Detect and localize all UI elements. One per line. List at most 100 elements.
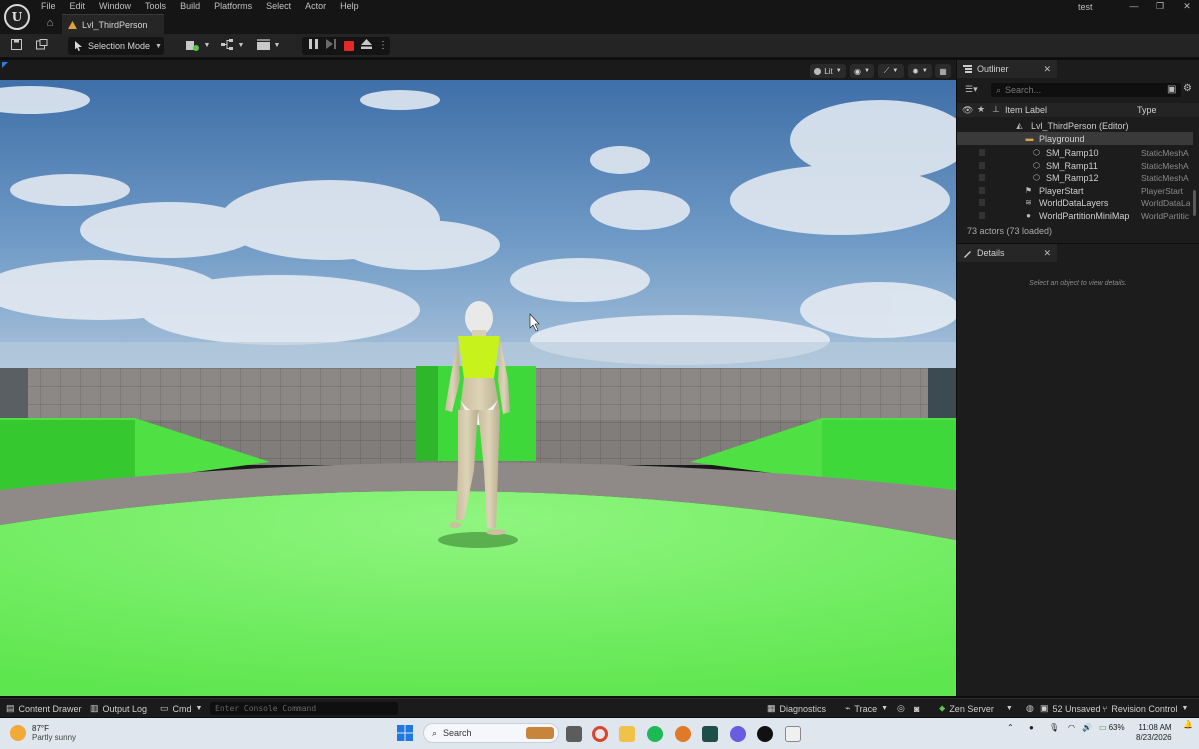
trace-button[interactable]: ⌁ Trace ▼: [845, 702, 888, 715]
close-icon[interactable]: ✕: [1043, 64, 1051, 75]
filter-icon[interactable]: ☰▾: [965, 84, 978, 95]
blueprint-icon[interactable]: [220, 39, 234, 53]
weather-widget[interactable]: 87°F Partly sunny: [10, 724, 76, 742]
selection-mode-button[interactable]: Selection Mode ▼: [68, 37, 164, 55]
close-icon[interactable]: ✕: [1043, 248, 1051, 259]
list-item[interactable]: ● WorldPartitionMiniMap WorldPartitic: [957, 209, 1193, 222]
menu-tools[interactable]: Tools: [138, 0, 173, 13]
file-explorer-icon[interactable]: [619, 726, 635, 742]
step-icon[interactable]: [324, 39, 338, 53]
battery-indicator[interactable]: ▭ 63%: [1099, 723, 1125, 732]
chevron-down-icon[interactable]: ▼: [200, 39, 214, 53]
list-item[interactable]: ▬ Playground: [957, 132, 1193, 145]
details-tab[interactable]: Details ✕: [957, 244, 1057, 262]
eject-icon[interactable]: [359, 39, 373, 53]
search-icon: ⌕: [996, 84, 1002, 95]
unsaved-icon: ▣: [1040, 703, 1049, 713]
cmd-dropdown[interactable]: ▭ Cmd ▼: [160, 702, 202, 715]
cinematics-icon[interactable]: [256, 39, 270, 53]
home-icon[interactable]: ⌂: [43, 16, 57, 30]
unreal-engine-icon[interactable]: [757, 726, 773, 742]
add-folder-icon[interactable]: ▣: [1167, 84, 1176, 95]
menu-help[interactable]: Help: [333, 0, 366, 13]
menu-build[interactable]: Build: [173, 0, 207, 13]
outliner-search-input[interactable]: ⌕ Search... ▼: [991, 83, 1181, 97]
menu-actor[interactable]: Actor: [298, 0, 333, 13]
unreal-logo-icon[interactable]: U: [4, 4, 30, 30]
menu-select[interactable]: Select: [259, 0, 298, 13]
menu-window[interactable]: Window: [92, 0, 138, 13]
list-item[interactable]: ⬡ SM_Ramp12 StaticMeshA: [957, 171, 1193, 184]
visibility-toggle[interactable]: [979, 199, 985, 206]
pause-icon[interactable]: [306, 39, 320, 53]
play-controls: ⋮: [302, 37, 390, 55]
chrome-icon[interactable]: [592, 726, 608, 742]
terminal-app-icon[interactable]: [702, 726, 718, 742]
blender-icon[interactable]: [675, 726, 691, 742]
screenshot-icon[interactable]: ◙: [914, 702, 919, 715]
outliner-tab-label: Outliner: [977, 64, 1009, 74]
tray-chevron-icon[interactable]: ⌃: [1007, 723, 1014, 732]
outliner-tab[interactable]: Outliner ✕: [957, 60, 1057, 78]
task-view-icon[interactable]: [566, 726, 582, 742]
view-mode-button[interactable]: Lit ▼: [810, 64, 846, 78]
visibility-toggle[interactable]: [979, 212, 985, 219]
console-input[interactable]: Enter Console Command: [210, 702, 398, 715]
show-flags-button[interactable]: ◉ ▼: [850, 64, 874, 78]
outliner-scrollbar[interactable]: [1193, 190, 1196, 216]
restore-icon[interactable]: ❐: [1150, 0, 1170, 13]
diagnostics-button[interactable]: ▦ Diagnostics: [767, 702, 826, 715]
list-item[interactable]: ◭ Lvl_ThirdPerson (Editor): [957, 119, 1193, 132]
discord-icon[interactable]: [730, 726, 746, 742]
unsaved-button[interactable]: ▣ 52 Unsaved: [1040, 702, 1101, 715]
save-icon[interactable]: [9, 39, 23, 53]
visibility-toggle[interactable]: [979, 149, 985, 156]
viewport-settings-button[interactable]: ✹ ▼: [908, 64, 932, 78]
notification-icon[interactable]: 🔔: [1183, 720, 1193, 729]
taskbar-search[interactable]: ⌕ Search: [423, 723, 559, 743]
system-clock[interactable]: 11:08 AM 8/23/2026: [1136, 723, 1172, 743]
volume-icon[interactable]: 🔊: [1082, 723, 1092, 732]
viewport-scene[interactable]: [0, 80, 956, 696]
layout-button[interactable]: ▦: [935, 64, 951, 78]
star-icon[interactable]: ★: [977, 104, 985, 115]
visibility-toggle[interactable]: [979, 174, 985, 181]
viewport-options-icon[interactable]: [2, 62, 8, 68]
menu-platforms[interactable]: Platforms: [207, 0, 259, 13]
menu-edit[interactable]: Edit: [63, 0, 93, 13]
menu-file[interactable]: File: [34, 0, 63, 13]
stop-icon[interactable]: [344, 41, 354, 51]
windows-start-icon[interactable]: [397, 725, 413, 741]
pin-icon[interactable]: ⊥: [992, 104, 1000, 115]
wifi-icon[interactable]: ◠: [1068, 723, 1075, 732]
column-type[interactable]: Type: [1137, 105, 1157, 115]
list-item[interactable]: ≋ WorldDataLayers WorldDataLa: [957, 196, 1193, 209]
close-icon[interactable]: ✕: [1177, 0, 1197, 13]
browse-icon[interactable]: [35, 39, 49, 53]
chevron-down-icon[interactable]: ▼: [270, 39, 284, 53]
chevron-down-icon[interactable]: ▼: [234, 39, 248, 53]
level-tab[interactable]: Lvl_ThirdPerson: [62, 14, 164, 34]
microphone-icon[interactable]: 🎙: [1049, 723, 1059, 732]
snapping-button[interactable]: ⟋ ▼: [878, 64, 904, 78]
gear-icon[interactable]: ⚙: [1183, 83, 1192, 94]
level-viewport[interactable]: Lit ▼ ◉ ▼ ⟋ ▼ ✹ ▼ ▦: [0, 60, 956, 696]
snipping-tool-icon[interactable]: [785, 726, 801, 742]
tray-app-icon[interactable]: ●: [1029, 723, 1034, 732]
spotify-icon[interactable]: [647, 726, 663, 742]
minimize-icon[interactable]: —: [1124, 0, 1144, 13]
list-item[interactable]: ⬡ SM_Ramp10 StaticMeshA: [957, 146, 1193, 159]
zen-server-button[interactable]: ⬥ Zen Server ▼: [939, 702, 1013, 715]
more-options-icon[interactable]: ⋮: [376, 39, 390, 53]
output-log-button[interactable]: ▥ Output Log: [90, 702, 147, 715]
add-actor-icon[interactable]: [186, 39, 200, 53]
eye-icon[interactable]: 👁: [962, 105, 973, 116]
visibility-toggle[interactable]: [979, 162, 985, 169]
visibility-toggle[interactable]: [979, 187, 985, 194]
source-control-icon[interactable]: ◍: [1026, 702, 1034, 715]
outliner-search-placeholder: Search...: [1005, 85, 1042, 95]
column-item-label[interactable]: Item Label: [1005, 105, 1047, 115]
revision-control-button[interactable]: ⑂ Revision Control ▼: [1102, 702, 1188, 715]
content-drawer-button[interactable]: ▤ Content Drawer: [6, 702, 82, 715]
record-icon[interactable]: ◎: [897, 702, 905, 715]
